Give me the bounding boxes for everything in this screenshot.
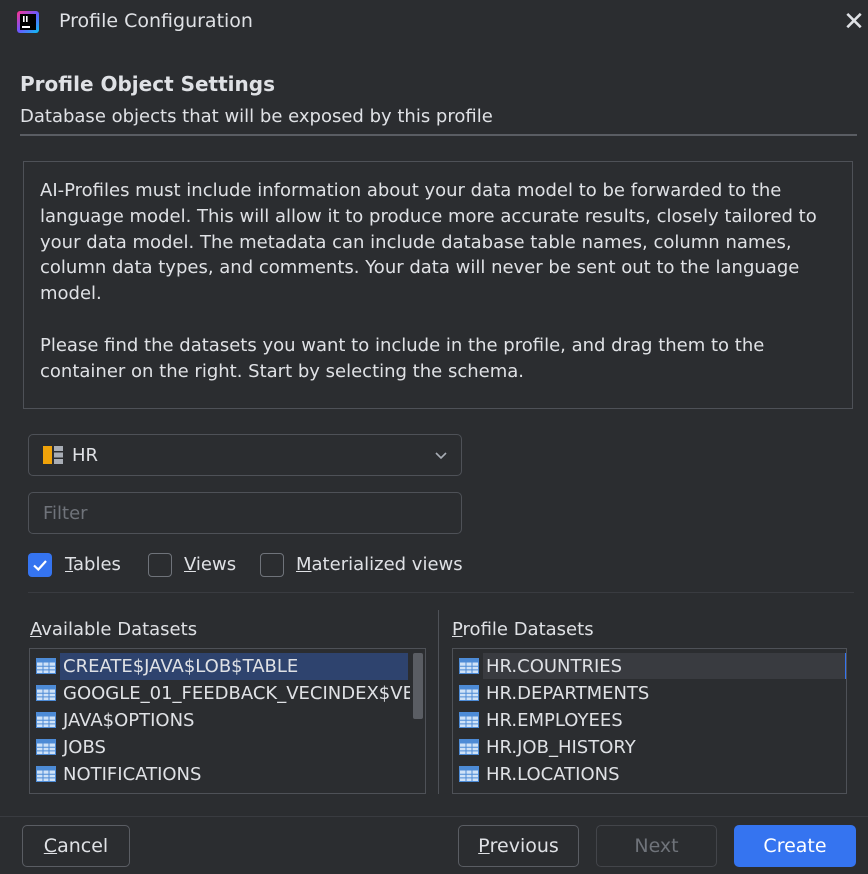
views-checkbox[interactable] [148, 553, 172, 577]
table-icon [36, 658, 56, 674]
list-item-label: JOBS [63, 736, 106, 758]
list-item[interactable]: HR.EMPLOYEES [459, 707, 623, 733]
table-icon [36, 712, 56, 728]
next-button[interactable]: Next [596, 825, 717, 867]
table-icon [36, 766, 56, 782]
table-icon [459, 658, 479, 674]
list-item[interactable]: HR.JOB_HISTORY [459, 734, 636, 760]
list-item[interactable]: HR.LOCATIONS [459, 761, 620, 787]
schema-icon [43, 446, 63, 464]
window-title: Profile Configuration [59, 10, 253, 32]
check-icon [33, 560, 47, 572]
list-item[interactable]: HR.COUNTRIES [459, 653, 622, 679]
divider [28, 592, 854, 593]
filter-input[interactable] [28, 492, 462, 534]
tables-label[interactable]: Tables [65, 554, 121, 575]
list-item-label: HR.JOB_HISTORY [486, 736, 636, 758]
close-icon[interactable]: ✕ [840, 8, 868, 36]
list-item-label: GOOGLE_01_FEEDBACK_VECINDEX$VECTORS [63, 682, 425, 704]
divider [0, 816, 868, 817]
schema-select[interactable]: HR [28, 434, 462, 476]
profile-datasets-title: Profile Datasets [452, 619, 594, 640]
list-item[interactable]: JOBS [36, 734, 106, 760]
table-icon [459, 766, 479, 782]
create-button[interactable]: Create [734, 825, 856, 867]
list-item[interactable]: JAVA$OPTIONS [36, 707, 194, 733]
views-label[interactable]: Views [184, 554, 236, 575]
table-icon [459, 712, 479, 728]
list-item[interactable]: GOOGLE_01_FEEDBACK_VECINDEX$VECTORS [36, 680, 425, 706]
table-icon [36, 685, 56, 701]
available-datasets-title: Available Datasets [30, 619, 198, 640]
divider [438, 610, 439, 794]
info-paragraph: Please find the datasets you want to inc… [40, 334, 765, 382]
info-paragraph: AI-Profiles must include information abo… [40, 180, 817, 305]
info-panel: AI-Profiles must include information abo… [23, 161, 853, 409]
title-bar: Profile Configuration ✕ [0, 0, 868, 44]
tables-checkbox[interactable] [28, 553, 52, 577]
previous-button[interactable]: Previous [458, 825, 579, 867]
available-datasets-list[interactable]: CREATE$JAVA$LOB$TABLE GOOGLE_01_FEEDBACK… [29, 648, 426, 794]
list-item[interactable]: CREATE$JAVA$LOB$TABLE [36, 653, 298, 679]
list-item-label: HR.LOCATIONS [486, 763, 620, 785]
table-icon [36, 739, 56, 755]
table-icon [459, 739, 479, 755]
divider [20, 134, 857, 136]
section-subheading: Database objects that will be exposed by… [20, 106, 493, 127]
materialized-views-checkbox[interactable] [260, 553, 284, 577]
chevron-down-icon [435, 452, 447, 460]
cancel-button[interactable]: Cancel [22, 825, 130, 867]
list-item-label: CREATE$JAVA$LOB$TABLE [63, 655, 299, 677]
app-logo-icon [17, 11, 39, 33]
list-item-label: HR.DEPARTMENTS [486, 682, 650, 704]
list-item-label: HR.EMPLOYEES [486, 709, 623, 731]
list-item[interactable]: NOTIFICATIONS [36, 761, 201, 787]
scrollbar-thumb[interactable] [413, 653, 423, 719]
schema-select-value: HR [72, 445, 99, 466]
list-item[interactable]: HR.DEPARTMENTS [459, 680, 649, 706]
table-icon [459, 685, 479, 701]
section-heading: Profile Object Settings [20, 72, 275, 96]
list-item-label: HR.COUNTRIES [486, 655, 623, 677]
materialized-views-label[interactable]: Materialized views [296, 554, 463, 575]
profile-datasets-list[interactable]: HR.COUNTRIES HR.DEPARTMENTS HR.EMPLOYEES… [452, 648, 847, 794]
list-item-label: JAVA$OPTIONS [63, 709, 195, 731]
list-item-label: NOTIFICATIONS [63, 763, 202, 785]
